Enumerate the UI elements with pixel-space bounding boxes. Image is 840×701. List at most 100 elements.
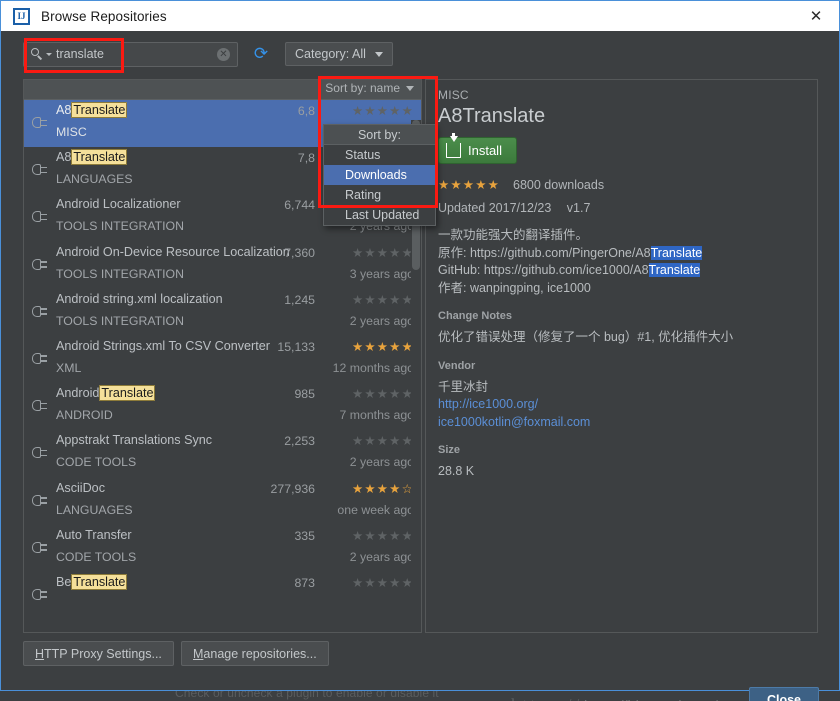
description-line-3: GitHub: https://github.com/ice1000/A8Tra… xyxy=(438,262,807,280)
plugin-list-item[interactable]: Android Strings.xml To CSV Converter XML 1… xyxy=(24,336,421,383)
detail-updated-date: Updated 2017/12/23 xyxy=(438,201,552,215)
browse-repositories-dialog: translate ✕ ⟳ Category: All Sort by: nam… xyxy=(0,31,840,701)
description-line-2-text: 原作: https://github.com/PingerOne/A8 xyxy=(438,245,651,260)
plugin-name: Android Localizationer xyxy=(56,197,181,212)
plugin-updated-date: 3 years ago xyxy=(349,266,414,281)
detail-plugin-title: A8Translate xyxy=(438,105,546,127)
plugin-icon xyxy=(32,493,49,508)
sort-menu-item[interactable]: Rating xyxy=(324,185,435,205)
close-icon[interactable]: ✕ xyxy=(793,1,839,31)
vendor-name: 千里冰封 xyxy=(438,379,489,394)
sort-by-menu[interactable]: Sort by: Status Downloads Rating Last Updat… xyxy=(323,124,436,226)
search-input[interactable]: translate ✕ xyxy=(23,41,238,67)
plugin-list-item[interactable]: Auto Transfer CODE TOOLS 335 ★★★★★ 2 years a… xyxy=(24,525,421,572)
detail-version: v1.7 xyxy=(566,201,591,215)
vendor-heading: Vendor xyxy=(438,359,476,372)
detail-rating-row: ★★★★★ 6800 downloads xyxy=(438,177,807,192)
manage-repositories-button[interactable]: Manage repositories... xyxy=(181,641,329,666)
plugin-downloads: 335 xyxy=(294,528,315,543)
search-icon xyxy=(30,47,45,62)
vendor-url-link[interactable]: http://ice1000.org/ xyxy=(438,396,807,414)
plugin-name: Appstrakt Translations Sync xyxy=(56,433,213,448)
detail-updated-row: Updated 2017/12/23 v1.7 xyxy=(438,201,807,215)
close-button[interactable]: Close xyxy=(749,687,819,701)
plugin-updated-date: 2 years ago xyxy=(349,455,414,470)
plugin-category: MISC xyxy=(56,125,87,139)
plugin-icon xyxy=(32,304,49,319)
change-notes-heading: Change Notes xyxy=(438,310,512,322)
plugin-downloads: 985 xyxy=(294,387,315,402)
http-proxy-settings-button[interactable]: H TTP Proxy Settings... xyxy=(23,641,174,666)
plugin-updated-date: 2 years ago xyxy=(349,313,414,328)
plugin-list-item[interactable]: Android string.xml localization TOOLS INT… xyxy=(24,289,421,336)
plugin-downloads: 6,744 xyxy=(284,198,315,213)
plugin-star-rating: ★★★★★ xyxy=(351,103,414,118)
vendor-body: 千里冰封 http://ice1000.org/ ice1000kotlin@f… xyxy=(438,379,807,432)
chevron-down-icon[interactable] xyxy=(46,52,52,56)
plugin-icon xyxy=(32,445,49,460)
plugin-updated-date: 7 months ago xyxy=(339,408,414,423)
plugin-downloads: 1,245 xyxy=(284,292,315,307)
plugin-updated-date: 2 years ago xyxy=(349,549,414,564)
plugin-icon xyxy=(32,398,49,413)
http-proxy-mnemonic: H xyxy=(35,646,45,661)
plugin-name-text: Be xyxy=(56,574,72,589)
plugin-star-rating: ★★★★★ xyxy=(351,527,414,543)
plugin-downloads: 873 xyxy=(294,575,315,590)
plugin-icon xyxy=(32,351,49,366)
plugin-icon xyxy=(32,587,49,602)
search-input-value: translate xyxy=(56,47,104,61)
plugin-star-rating: ★★★★★ xyxy=(351,386,414,402)
plugin-star-rating: ★★★★☆ xyxy=(351,480,414,496)
plugin-name: A8 Translate xyxy=(56,149,128,166)
plugin-name: A8 Translate xyxy=(56,102,128,118)
plugin-list-header: Sort by: name xyxy=(24,80,421,100)
search-match-highlight: Translate xyxy=(99,385,156,402)
detail-downloads-count: 6800 downloads xyxy=(513,177,605,192)
category-filter-button[interactable]: Category: All xyxy=(285,42,393,66)
plugin-list-item[interactable]: Android Translate ANDROID 985 ★★★★★ 7 months … xyxy=(24,383,421,430)
vendor-email-link[interactable]: ice1000kotlin@foxmail.com xyxy=(438,414,807,432)
plugin-category: LANGUAGES xyxy=(56,172,133,187)
plugin-downloads: 277,936 xyxy=(270,481,315,496)
plugin-category: TOOLS INTEGRATION xyxy=(56,219,184,234)
plugin-name: Android Translate xyxy=(56,385,156,402)
plugin-list-item[interactable]: Android On-Device Resource Localization T… xyxy=(24,242,421,289)
refresh-icon[interactable]: ⟳ xyxy=(251,44,271,64)
plugin-list-item[interactable]: AsciiDoc LANGUAGES 277,936 ★★★★☆ one week ag… xyxy=(24,478,421,525)
detail-description: 一款功能强大的翻译插件。 原作: https://github.com/Ping… xyxy=(438,227,807,297)
plugin-icon xyxy=(32,540,49,555)
plugin-downloads: 2,253 xyxy=(284,434,315,449)
plugin-category: LANGUAGES xyxy=(56,502,133,517)
intellij-idea-icon: IJ xyxy=(13,7,30,25)
clear-search-icon[interactable]: ✕ xyxy=(217,47,230,61)
plugin-category: CODE TOOLS xyxy=(56,455,137,470)
plugin-category: XML xyxy=(56,360,82,375)
plugin-list-item[interactable]: Appstrakt Translations Sync CODE TOOLS 2,2… xyxy=(24,430,421,477)
detail-star-rating: ★★★★★ xyxy=(438,177,501,192)
manage-repos-label: anage repositories... xyxy=(203,646,317,661)
sort-by-label: Sort by: name xyxy=(325,81,400,95)
install-button[interactable]: Install xyxy=(438,133,517,164)
plugin-star-rating: ★★★★★ xyxy=(351,433,414,449)
description-line-2: 原作: https://github.com/PingerOne/A8Trans… xyxy=(438,245,807,263)
sort-menu-item[interactable]: Last Updated xyxy=(324,205,435,225)
description-line-3-text: GitHub: https://github.com/ice1000/A8 xyxy=(438,263,649,277)
plugin-downloads: 7,360 xyxy=(284,245,315,260)
search-match-highlight: Translate xyxy=(71,149,128,166)
search-match-highlight: Translate xyxy=(71,573,128,590)
size-heading: Size xyxy=(438,444,461,456)
search-match-highlight: Translate xyxy=(71,102,128,118)
plugin-name-text: A8 xyxy=(56,103,72,117)
screenshot-root: Check or uncheck a plugin to enable or d… xyxy=(0,0,840,701)
size-value: 28.8 K xyxy=(438,464,475,478)
sort-by-button[interactable]: Sort by: name xyxy=(325,81,414,95)
plugin-icon xyxy=(32,209,49,224)
sort-menu-item[interactable]: Downloads xyxy=(324,165,435,185)
plugin-list-item[interactable]: Be Translate 873 ★★★★★ xyxy=(24,572,421,619)
sort-menu-item[interactable]: Status xyxy=(324,145,435,165)
download-icon xyxy=(446,133,461,158)
chevron-down-icon xyxy=(374,51,383,57)
plugin-name-text: A8 xyxy=(56,150,72,165)
dialog-titlebar: IJ Browse Repositories ✕ xyxy=(0,0,840,31)
